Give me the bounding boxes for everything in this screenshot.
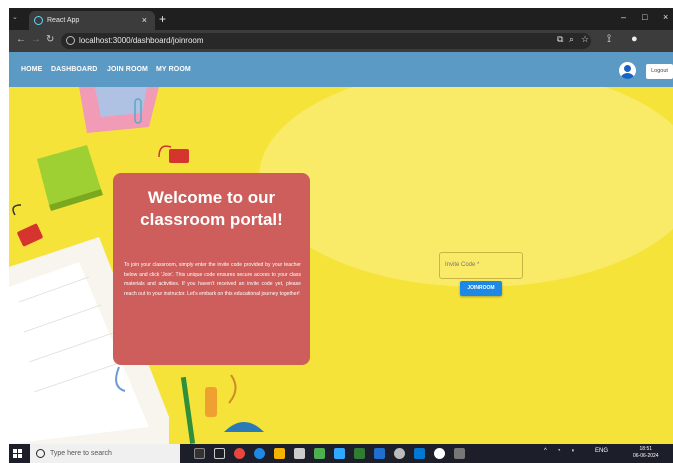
- invite-code-input[interactable]: Invite Code *: [439, 252, 523, 279]
- search-ring-icon: [36, 449, 45, 458]
- browser-window: ⌄ React App × + – □ × ← → ↻ localhost:30…: [9, 8, 673, 463]
- tab-search-icon[interactable]: ⌄: [12, 13, 18, 21]
- mic-icon[interactable]: [194, 448, 205, 459]
- close-window-button[interactable]: ×: [663, 12, 668, 22]
- back-arrow-icon[interactable]: ←: [16, 34, 26, 45]
- tray-language[interactable]: ENG: [595, 448, 608, 454]
- forward-arrow-icon[interactable]: →: [31, 34, 41, 45]
- windows-start-icon[interactable]: [13, 449, 22, 458]
- nav-home[interactable]: HOME: [21, 66, 42, 73]
- address-toolbar: ← → ↻ localhost:3000/dashboard/joinroom …: [9, 30, 673, 52]
- tray-chevron-icon[interactable]: ^: [544, 448, 547, 454]
- user-avatar-icon[interactable]: [619, 62, 636, 79]
- store-icon[interactable]: [294, 448, 305, 459]
- app-icon[interactable]: [354, 448, 365, 459]
- windows-taskbar: Type here to search ^ ◔ ◖ ENG 18:51 06-0…: [9, 444, 673, 463]
- chrome-icon[interactable]: [234, 448, 245, 459]
- taskbar-clock[interactable]: 18:51 06-06-2024: [633, 446, 659, 460]
- browser-tab[interactable]: React App ×: [29, 11, 155, 30]
- nav-join-room[interactable]: JOIN ROOM: [107, 66, 148, 73]
- tab-strip: ⌄ React App × + – □ ×: [9, 8, 673, 30]
- join-room-page: Welcome to our classroom portal! To join…: [9, 87, 673, 444]
- nav-dashboard[interactable]: DASHBOARD: [51, 66, 97, 73]
- volume-icon[interactable]: ◖: [571, 448, 575, 454]
- welcome-card: Welcome to our classroom portal! To join…: [113, 173, 310, 365]
- maximize-button[interactable]: □: [642, 12, 647, 22]
- background-decor: [9, 87, 673, 444]
- site-info-icon[interactable]: [66, 36, 75, 45]
- welcome-body: To join your classroom, simply enter the…: [124, 262, 301, 297]
- cast-icon[interactable]: ⧉: [557, 34, 563, 45]
- new-tab-button[interactable]: +: [159, 11, 166, 27]
- reload-icon[interactable]: ↻: [46, 34, 54, 45]
- profile-icon[interactable]: ●: [631, 33, 638, 45]
- edge-icon[interactable]: [254, 448, 265, 459]
- photoshop-icon[interactable]: [334, 448, 345, 459]
- active-app-icon[interactable]: [454, 448, 465, 459]
- adobe-icon[interactable]: [374, 448, 385, 459]
- clock-date: 06-06-2024: [633, 453, 659, 459]
- url-text: localhost:3000/dashboard/joinroom: [79, 36, 204, 45]
- logout-button[interactable]: Logout: [646, 64, 673, 79]
- react-favicon-icon: [34, 16, 43, 25]
- zoom-icon[interactable]: ⌕: [569, 34, 574, 45]
- opera-icon[interactable]: [434, 448, 445, 459]
- nav-my-room[interactable]: MY ROOM: [156, 66, 191, 73]
- file-explorer-icon[interactable]: [274, 448, 285, 459]
- photos-icon[interactable]: [314, 448, 325, 459]
- minimize-button[interactable]: –: [621, 12, 626, 22]
- task-view-icon[interactable]: [214, 448, 225, 459]
- vscode-icon[interactable]: [414, 448, 425, 459]
- address-bar[interactable]: localhost:3000/dashboard/joinroom: [61, 33, 591, 49]
- taskbar-search[interactable]: Type here to search: [30, 444, 180, 463]
- network-icon[interactable]: ◔: [557, 448, 561, 454]
- tool-icon[interactable]: [394, 448, 405, 459]
- tab-close-icon[interactable]: ×: [142, 11, 147, 30]
- clock-time: 18:51: [639, 446, 653, 452]
- taskbar-search-placeholder: Type here to search: [50, 450, 112, 457]
- welcome-heading: Welcome to our classroom portal!: [140, 188, 283, 229]
- join-room-button[interactable]: JOINROOM: [460, 281, 502, 296]
- tab-title: React App: [47, 17, 80, 24]
- app-navbar: HOME DASHBOARD JOIN ROOM MY ROOM Logout: [9, 52, 673, 87]
- bookmark-star-icon[interactable]: ☆: [581, 34, 589, 45]
- extensions-icon[interactable]: ⟟: [607, 33, 611, 46]
